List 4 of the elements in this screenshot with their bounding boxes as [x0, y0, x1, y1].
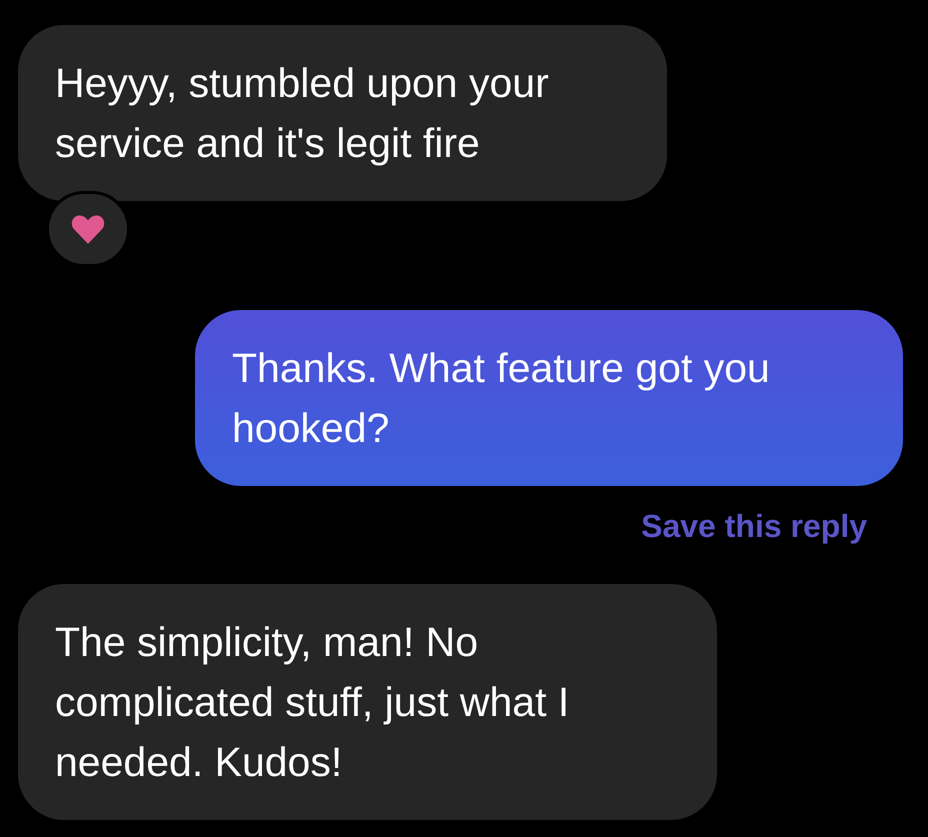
save-reply-link[interactable]: Save this reply [641, 506, 867, 546]
message-bubble: The simplicity, man! No complicated stuff, just what I needed. Kudos! [18, 584, 717, 820]
heart-icon [71, 214, 105, 244]
message-bubble: Thanks. What feature got you hooked? [195, 310, 903, 486]
